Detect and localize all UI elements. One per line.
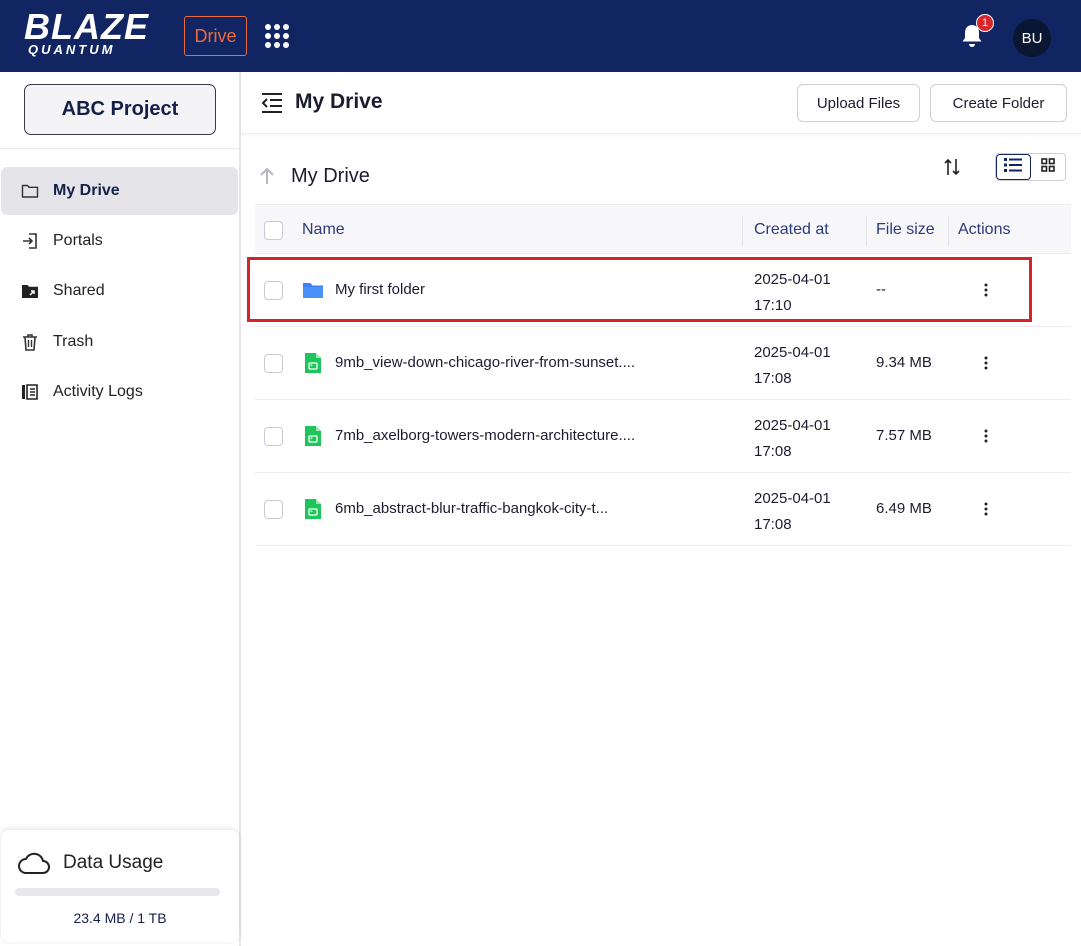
breadcrumb-title: My Drive — [291, 165, 370, 187]
sidebar: ABC Project My Drive Portals Shared Tras… — [0, 72, 241, 946]
user-avatar[interactable]: BU — [1013, 19, 1051, 57]
select-all-checkbox[interactable] — [264, 221, 283, 240]
blaze-quantum-logo[interactable]: BLAZE QUANTUM — [24, 9, 164, 59]
created-date: 2025-04-01 — [754, 490, 831, 507]
table-top-border — [255, 204, 1071, 205]
shared-folder-icon — [21, 282, 39, 300]
row-checkbox[interactable] — [264, 281, 283, 300]
file-size: 6.49 MB — [876, 500, 932, 517]
arrow-up-icon[interactable] — [259, 167, 275, 185]
sidebar-item-label: My Drive — [53, 182, 120, 199]
sidebar-item-label: Portals — [53, 232, 103, 249]
sidebar-divider — [0, 148, 239, 149]
image-file-icon — [302, 352, 324, 374]
grid-view-button[interactable] — [1031, 154, 1065, 180]
logo-sub-text: QUANTUM — [28, 42, 116, 57]
file-name[interactable]: 6mb_abstract-blur-traffic-bangkok-city-t… — [335, 500, 608, 517]
more-options-icon[interactable] — [979, 427, 993, 445]
image-file-icon — [302, 425, 324, 447]
table-row[interactable]: 7mb_axelborg-towers-modern-architecture.… — [255, 400, 1071, 473]
sidebar-item-shared[interactable]: Shared — [1, 267, 238, 315]
image-file-icon — [302, 498, 324, 520]
notification-count-badge: 1 — [976, 14, 994, 32]
created-date: 2025-04-01 — [754, 344, 831, 361]
app-grid-icon[interactable] — [264, 24, 290, 48]
top-bar: BLAZE QUANTUM Drive 1 BU — [0, 0, 1081, 72]
create-folder-button[interactable]: Create Folder — [930, 84, 1067, 122]
file-size: -- — [876, 281, 886, 298]
list-view-icon — [1004, 157, 1023, 177]
column-created-header[interactable]: Created at — [754, 206, 829, 254]
column-divider — [948, 216, 949, 246]
drive-app-badge[interactable]: Drive — [184, 16, 247, 56]
list-view-button[interactable] — [996, 154, 1031, 180]
created-time: 17:10 — [754, 297, 792, 314]
file-name[interactable]: My first folder — [335, 281, 425, 298]
data-usage-title: Data Usage — [63, 852, 164, 873]
table-header: Name Created at File size Actions — [255, 206, 1071, 254]
created-at: 2025-04-01 17:10 — [754, 267, 831, 319]
portal-icon — [21, 232, 39, 250]
sidebar-item-portals[interactable]: Portals — [1, 217, 238, 265]
sidebar-item-activity-logs[interactable]: Activity Logs — [1, 368, 238, 416]
view-toggle — [995, 153, 1066, 181]
table-row[interactable]: My first folder 2025-04-01 17:10 -- — [255, 254, 1071, 327]
file-name[interactable]: 9mb_view-down-chicago-river-from-sunset.… — [335, 354, 635, 371]
page-title: My Drive — [295, 90, 383, 113]
created-at: 2025-04-01 17:08 — [754, 486, 831, 538]
folder-icon — [302, 279, 324, 301]
row-checkbox[interactable] — [264, 427, 283, 446]
sidebar-item-label: Activity Logs — [53, 383, 143, 400]
more-options-icon[interactable] — [979, 354, 993, 372]
column-divider — [866, 216, 867, 246]
created-date: 2025-04-01 — [754, 417, 831, 434]
table-row[interactable]: 6mb_abstract-blur-traffic-bangkok-city-t… — [255, 473, 1071, 546]
file-size: 7.57 MB — [876, 427, 932, 444]
column-size-header[interactable]: File size — [876, 206, 935, 254]
activity-log-icon — [21, 383, 39, 401]
table-row[interactable]: 9mb_view-down-chicago-river-from-sunset.… — [255, 327, 1071, 400]
cloud-icon — [17, 850, 51, 876]
sidebar-item-label: Shared — [53, 282, 105, 299]
file-name[interactable]: 7mb_axelborg-towers-modern-architecture.… — [335, 427, 635, 444]
data-usage-text: 23.4 MB / 1 TB — [73, 910, 167, 926]
column-actions-header: Actions — [958, 221, 1011, 238]
main-header: My Drive Upload Files Create Folder — [241, 72, 1081, 134]
row-checkbox[interactable] — [264, 354, 283, 373]
sidebar-item-trash[interactable]: Trash — [1, 318, 238, 366]
row-checkbox[interactable] — [264, 500, 283, 519]
grid-view-icon — [1040, 157, 1055, 177]
trash-icon — [21, 333, 39, 351]
collapse-sidebar-icon[interactable] — [260, 92, 284, 114]
created-at: 2025-04-01 17:08 — [754, 340, 831, 392]
created-time: 17:08 — [754, 370, 792, 387]
more-options-icon[interactable] — [979, 500, 993, 518]
logo-main-text: BLAZE — [24, 6, 149, 47]
created-at: 2025-04-01 17:08 — [754, 413, 831, 465]
project-selector-button[interactable]: ABC Project — [24, 84, 216, 135]
column-name-header[interactable]: Name — [302, 206, 345, 254]
upload-files-button[interactable]: Upload Files — [797, 84, 920, 122]
sidebar-item-my-drive[interactable]: My Drive — [1, 167, 238, 215]
data-usage-bar — [15, 888, 220, 896]
column-divider — [742, 216, 743, 246]
created-time: 17:08 — [754, 516, 792, 533]
folder-icon — [21, 182, 39, 200]
created-date: 2025-04-01 — [754, 271, 831, 288]
file-size: 9.34 MB — [876, 354, 932, 371]
sort-icon[interactable] — [943, 157, 961, 177]
more-options-icon[interactable] — [979, 281, 993, 299]
created-time: 17:08 — [754, 443, 792, 460]
data-usage-card: Data Usage 23.4 MB / 1 TB — [1, 830, 239, 942]
sidebar-item-label: Trash — [53, 333, 94, 350]
